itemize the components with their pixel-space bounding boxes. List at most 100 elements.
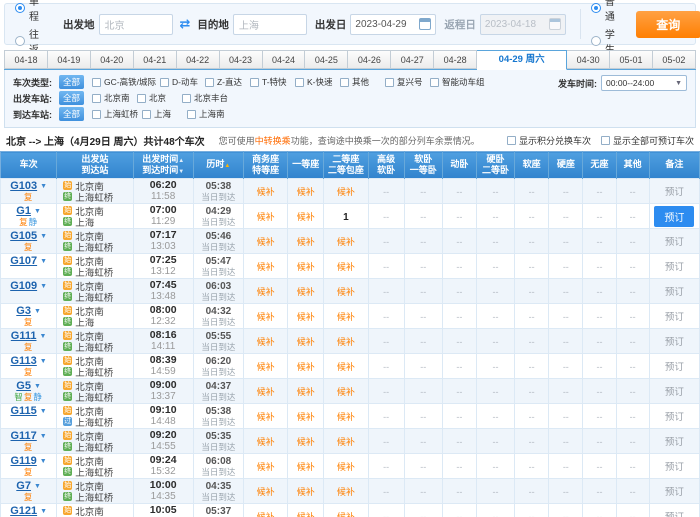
radio-icon[interactable] — [15, 36, 25, 46]
train-number-link[interactable]: G113 — [10, 355, 36, 367]
chevron-down-icon[interactable]: ▼ — [40, 408, 47, 415]
chevron-down-icon[interactable]: ▼ — [40, 358, 47, 365]
date-tab-04-28[interactable]: 04-28 — [434, 50, 477, 69]
checkbox-icon[interactable] — [340, 78, 349, 87]
chevron-down-icon[interactable]: ▼ — [40, 458, 47, 465]
column-header-出发时间[interactable]: 出发时间▲到达时间▼ — [133, 152, 193, 179]
checkbox-icon[interactable] — [295, 78, 304, 87]
swap-stations-icon[interactable]: ⇄ — [180, 16, 191, 32]
date-tab-04-27[interactable]: 04-27 — [391, 50, 434, 69]
sort-asc-icon[interactable]: ▲ — [178, 158, 184, 164]
trip-type-option[interactable]: 单程 — [15, 0, 39, 23]
date-tab-04-24[interactable]: 04-24 — [263, 50, 306, 69]
waitlist-status[interactable]: 候补 — [257, 312, 275, 322]
waitlist-status[interactable]: 候补 — [257, 362, 275, 372]
waitlist-status[interactable]: 候补 — [337, 312, 355, 322]
waitlist-status[interactable]: 候补 — [337, 362, 355, 372]
sort-desc-icon[interactable]: ▼ — [178, 169, 184, 175]
waitlist-status[interactable]: 候补 — [257, 187, 275, 197]
chevron-down-icon[interactable]: ▼ — [40, 183, 47, 190]
train-number-link[interactable]: G103 — [10, 180, 37, 192]
waitlist-status[interactable]: 候补 — [257, 437, 275, 447]
checkbox-icon[interactable] — [160, 78, 169, 87]
date-tab-04-29[interactable]: 04-29 周六 — [477, 50, 567, 70]
waitlist-status[interactable]: 候补 — [257, 212, 275, 222]
filter-all-badge[interactable]: 全部 — [59, 91, 84, 105]
waitlist-status[interactable]: 候补 — [337, 487, 355, 497]
filter-option-Z-直达[interactable]: Z-直达 — [205, 76, 246, 88]
book-button[interactable]: 预订 — [654, 206, 694, 227]
filter-option-北京南[interactable]: 北京南 — [92, 92, 133, 104]
waitlist-status[interactable]: 候补 — [297, 387, 315, 397]
filter-all-badge[interactable]: 全部 — [59, 107, 84, 121]
chevron-down-icon[interactable]: ▼ — [34, 483, 41, 490]
date-tab-04-20[interactable]: 04-20 — [91, 50, 134, 69]
waitlist-status[interactable]: 候补 — [257, 287, 275, 297]
train-number-link[interactable]: G119 — [10, 455, 36, 467]
column-header-历时[interactable]: 历时▲ — [193, 152, 243, 179]
filter-all-badge[interactable]: 全部 — [59, 75, 84, 89]
filter-option-D-动车[interactable]: D-动车 — [160, 76, 201, 88]
waitlist-status[interactable]: 候补 — [297, 512, 315, 517]
chevron-down-icon[interactable]: ▼ — [40, 233, 47, 240]
waitlist-status[interactable]: 候补 — [297, 487, 315, 497]
waitlist-status[interactable]: 候补 — [297, 187, 315, 197]
train-number-link[interactable]: G7 — [16, 480, 31, 492]
checkbox-icon[interactable] — [250, 78, 259, 87]
waitlist-status[interactable]: 候补 — [337, 462, 355, 472]
waitlist-status[interactable]: 候补 — [257, 462, 275, 472]
to-input[interactable] — [233, 14, 307, 35]
date-tab-04-23[interactable]: 04-23 — [220, 50, 263, 69]
chevron-down-icon[interactable]: ▼ — [34, 208, 41, 215]
filter-option-T-特快[interactable]: T-特快 — [250, 76, 291, 88]
train-number-link[interactable]: G115 — [10, 405, 36, 417]
filter-option-上海南[interactable]: 上海南 — [187, 108, 228, 120]
display-option-显示全部可预订车次[interactable]: 显示全部可预订车次 — [601, 134, 694, 147]
filter-option-智能动车组[interactable]: 智能动车组 — [430, 76, 485, 88]
train-number-link[interactable]: G109 — [10, 280, 37, 292]
train-number-link[interactable]: G107 — [10, 255, 37, 267]
checkbox-icon[interactable] — [182, 94, 191, 103]
checkbox-icon[interactable] — [92, 110, 101, 119]
waitlist-status[interactable]: 候补 — [337, 437, 355, 447]
date-tab-05-01[interactable]: 05-01 — [610, 50, 653, 69]
calendar-icon[interactable] — [419, 18, 431, 30]
date-tab-04-22[interactable]: 04-22 — [177, 50, 220, 69]
waitlist-status[interactable]: 候补 — [337, 237, 355, 247]
chevron-down-icon[interactable]: ▼ — [40, 333, 47, 340]
checkbox-icon[interactable] — [430, 78, 439, 87]
waitlist-status[interactable]: 候补 — [337, 287, 355, 297]
waitlist-status[interactable]: 候补 — [297, 312, 315, 322]
chevron-down-icon[interactable]: ▼ — [40, 508, 47, 515]
train-number-link[interactable]: G5 — [16, 380, 31, 392]
depart-time-select[interactable]: 00:00--24:00 ▼ — [601, 75, 687, 91]
waitlist-status[interactable]: 候补 — [257, 237, 275, 247]
train-number-link[interactable]: G1 — [16, 205, 31, 217]
waitlist-status[interactable]: 候补 — [337, 337, 355, 347]
date-tab-04-19[interactable]: 04-19 — [48, 50, 91, 69]
date-tab-05-02[interactable]: 05-02 — [653, 50, 696, 69]
filter-option-北京[interactable]: 北京 — [137, 92, 178, 104]
waitlist-status[interactable]: 候补 — [257, 337, 275, 347]
filter-option-K-快速[interactable]: K-快速 — [295, 76, 336, 88]
waitlist-status[interactable]: 候补 — [257, 487, 275, 497]
chevron-down-icon[interactable]: ▼ — [34, 383, 41, 390]
checkbox-icon[interactable] — [601, 136, 610, 145]
waitlist-status[interactable]: 候补 — [337, 262, 355, 272]
display-option-显示积分兑换车次[interactable]: 显示积分兑换车次 — [507, 134, 591, 147]
chevron-down-icon[interactable]: ▼ — [40, 283, 47, 290]
radio-selected-icon[interactable] — [15, 3, 25, 13]
train-number-link[interactable]: G117 — [10, 430, 36, 442]
waitlist-status[interactable]: 候补 — [337, 187, 355, 197]
date-tab-04-21[interactable]: 04-21 — [134, 50, 177, 69]
waitlist-status[interactable]: 候补 — [297, 437, 315, 447]
return-date-input[interactable] — [485, 19, 545, 30]
radio-icon[interactable] — [591, 36, 601, 46]
search-button[interactable]: 查询 — [636, 11, 700, 38]
date-tab-04-18[interactable]: 04-18 — [4, 50, 48, 69]
checkbox-icon[interactable] — [205, 78, 214, 87]
checkbox-icon[interactable] — [142, 110, 151, 119]
filter-option-复兴号[interactable]: 复兴号 — [385, 76, 426, 88]
checkbox-icon[interactable] — [137, 94, 146, 103]
waitlist-status[interactable]: 候补 — [257, 512, 275, 517]
